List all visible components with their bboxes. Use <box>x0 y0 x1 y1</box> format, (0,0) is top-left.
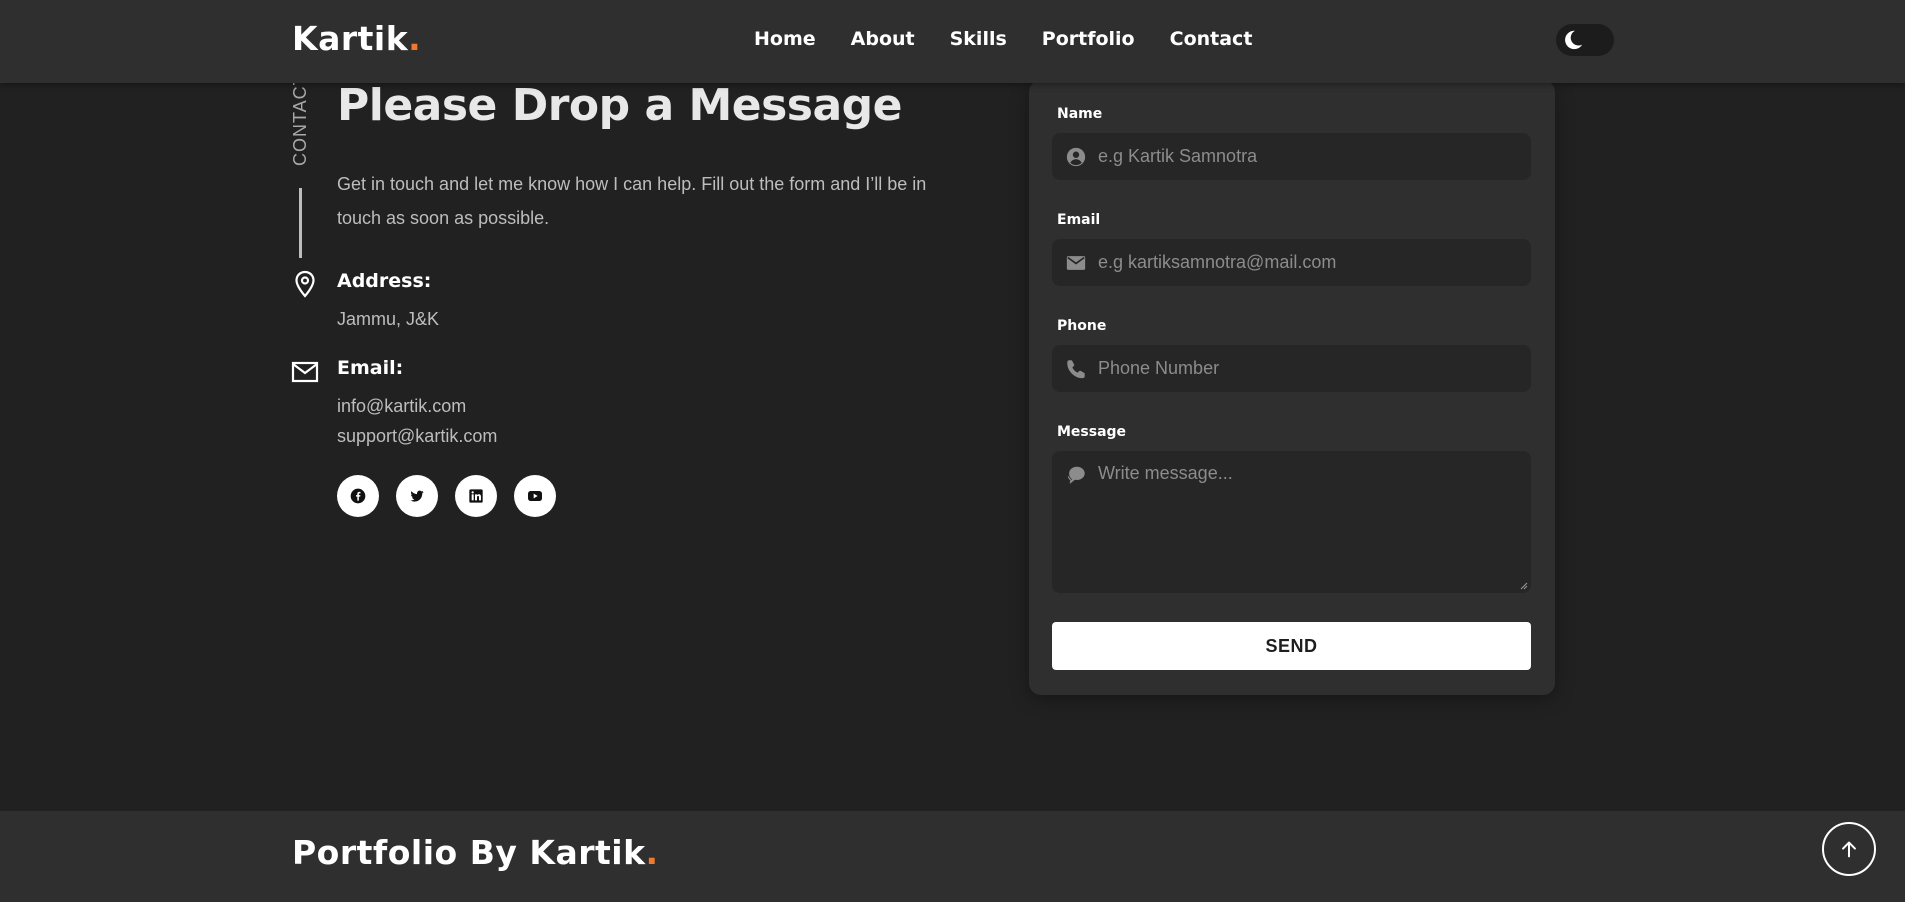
twitter-button[interactable] <box>396 475 438 517</box>
moon-icon <box>1565 30 1583 50</box>
nav-item-home[interactable]: Home <box>754 28 816 50</box>
resize-grip-icon[interactable] <box>1520 582 1528 590</box>
send-button[interactable]: SEND <box>1052 622 1531 670</box>
theme-toggle[interactable] <box>1556 24 1614 56</box>
brand-dot: . <box>408 19 422 58</box>
twitter-icon <box>410 490 424 502</box>
linkedin-button[interactable] <box>455 475 497 517</box>
youtube-button[interactable] <box>514 475 556 517</box>
arrow-up-icon <box>1842 841 1856 858</box>
nav-item-about[interactable]: About <box>851 28 915 50</box>
phone-icon <box>1067 360 1085 379</box>
footer-brand: Portfolio By Kartik. <box>292 833 659 872</box>
youtube-icon <box>528 491 542 501</box>
name-field[interactable] <box>1052 133 1531 180</box>
email-input[interactable] <box>1098 239 1518 286</box>
phone-field[interactable] <box>1052 345 1531 392</box>
address-title: Address: <box>337 270 432 292</box>
linkedin-icon <box>469 489 483 503</box>
footer-brand-dot: . <box>645 833 659 872</box>
nav-item-skills[interactable]: Skills <box>950 28 1007 50</box>
message-input[interactable] <box>1098 463 1518 583</box>
email-field[interactable] <box>1052 239 1531 286</box>
contact-heading: Please Drop a Message <box>337 80 903 131</box>
phone-label: Phone <box>1057 318 1107 334</box>
user-circle-icon <box>1066 147 1086 167</box>
facebook-icon <box>350 488 366 504</box>
message-field[interactable] <box>1052 451 1531 593</box>
nav-item-contact[interactable]: Contact <box>1170 28 1253 50</box>
name-label: Name <box>1057 106 1103 122</box>
nav-item-portfolio[interactable]: Portfolio <box>1042 28 1135 50</box>
name-input[interactable] <box>1098 133 1518 180</box>
section-side-label: CONTACT <box>290 73 310 166</box>
facebook-button[interactable] <box>337 475 379 517</box>
social-links <box>337 475 556 517</box>
brand-name: Kartik <box>292 19 409 58</box>
email-value-info[interactable]: info@kartik.com <box>337 391 466 421</box>
location-pin-icon <box>295 270 315 298</box>
email-label: Email <box>1057 212 1101 228</box>
footer: Portfolio By Kartik. <box>0 811 1905 902</box>
chat-bubble-icon <box>1067 466 1085 484</box>
email-title: Email: <box>337 357 404 379</box>
contact-intro: Get in touch and let me know how I can h… <box>337 174 927 228</box>
address-value: Jammu, J&K <box>337 309 440 329</box>
phone-input[interactable] <box>1098 345 1518 392</box>
side-divider <box>299 188 302 258</box>
mail-icon <box>1066 256 1086 270</box>
nav-menu: Home About Skills Portfolio Contact <box>754 28 1252 50</box>
envelope-icon <box>291 361 319 383</box>
message-label: Message <box>1057 424 1127 440</box>
brand-logo[interactable]: Kartik. <box>292 19 421 58</box>
footer-brand-text: Portfolio By Kartik <box>292 833 646 872</box>
navbar: Kartik. Home About Skills Portfolio Cont… <box>0 0 1905 83</box>
scroll-to-top-button[interactable] <box>1822 822 1876 876</box>
email-value-support[interactable]: support@kartik.com <box>337 421 497 451</box>
